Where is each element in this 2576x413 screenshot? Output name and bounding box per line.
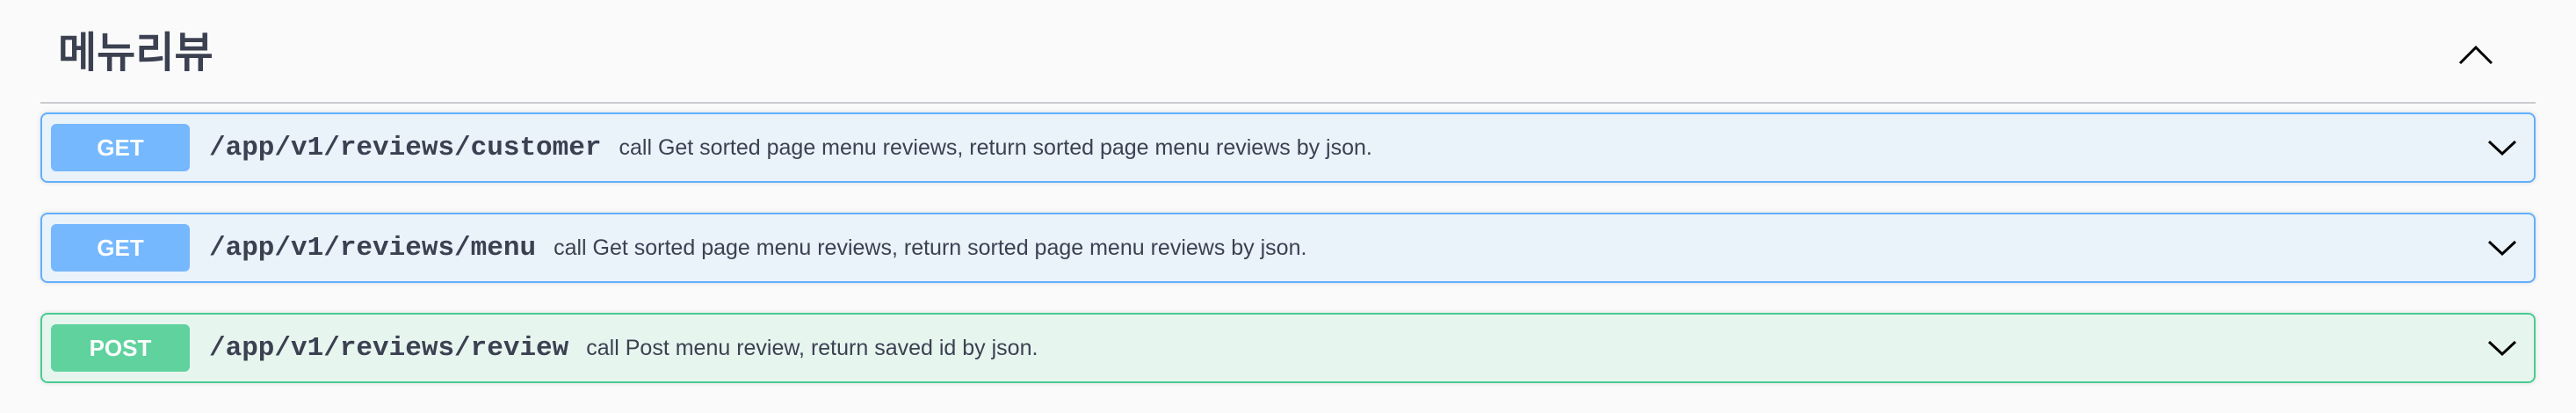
expand-button[interactable] [2483,128,2522,167]
operation-summary: call Get sorted page menu reviews, retur… [619,134,1372,160]
method-badge: GET [51,124,190,171]
method-badge: GET [51,224,190,272]
operation-get-menu-reviews[interactable]: GET /app/v1/reviews/menu call Get sorted… [40,213,2536,283]
tag-section: 메뉴리뷰 GET /app/v1/reviews/customer call G… [40,0,2536,413]
expand-button[interactable] [2483,329,2522,367]
chevron-up-icon [2458,45,2493,65]
tag-title: 메뉴리뷰 [58,28,213,77]
operation-summary: call Get sorted page menu reviews, retur… [554,235,1307,260]
collapse-button[interactable] [2451,33,2500,76]
operation-post-review[interactable]: POST /app/v1/reviews/review call Post me… [40,313,2536,383]
method-badge: POST [51,324,190,372]
chevron-down-icon [2487,240,2517,257]
chevron-down-icon [2487,340,2517,357]
expand-button[interactable] [2483,228,2522,267]
operation-path: /app/v1/reviews/review [209,332,569,364]
operation-path: /app/v1/reviews/customer [209,132,602,163]
chevron-down-icon [2487,140,2517,156]
operation-path: /app/v1/reviews/menu [209,232,537,264]
tag-header[interactable]: 메뉴리뷰 [40,0,2536,104]
operation-summary: call Post menu review, return saved id b… [586,335,1038,360]
operations-list: GET /app/v1/reviews/customer call Get so… [40,112,2536,383]
operation-get-customer-reviews[interactable]: GET /app/v1/reviews/customer call Get so… [40,112,2536,183]
